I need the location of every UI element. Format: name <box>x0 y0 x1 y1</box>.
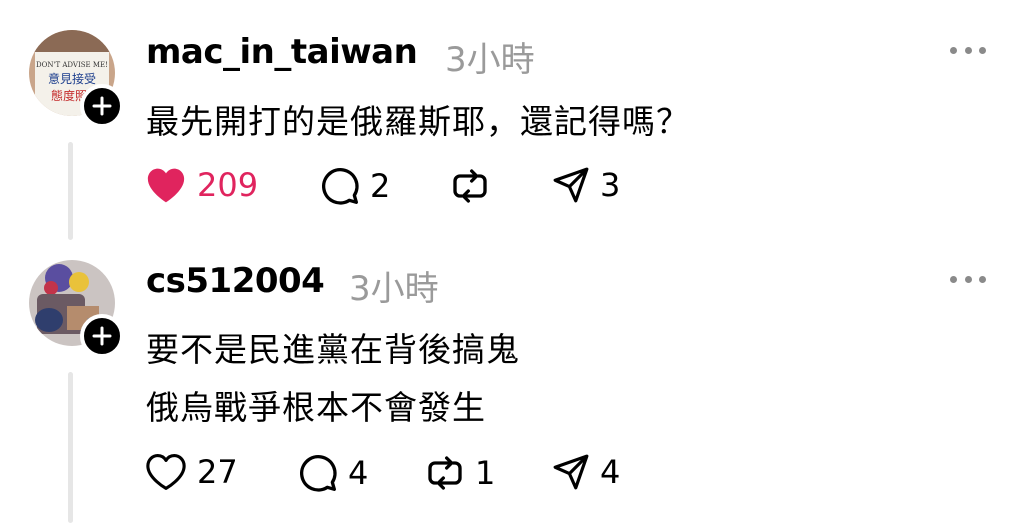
more-options-button[interactable] <box>950 273 986 285</box>
reply-count: 2 <box>370 167 391 205</box>
avatar-sign-line-1: DON'T ADVISE ME! <box>36 61 108 69</box>
reply-count: 4 <box>348 454 369 492</box>
follow-button[interactable] <box>80 84 124 128</box>
repost-icon <box>428 456 462 490</box>
like-count: 209 <box>197 166 259 204</box>
comment-icon <box>322 168 359 205</box>
comment-icon <box>300 455 337 492</box>
username[interactable]: cs512004 <box>146 261 325 301</box>
share-icon <box>553 454 589 490</box>
like-count: 27 <box>197 453 238 491</box>
repost-icon <box>453 169 487 203</box>
timestamp: 3小時 <box>445 40 535 80</box>
thread-line <box>68 372 73 523</box>
repost-count: 1 <box>475 454 496 492</box>
follow-button[interactable] <box>80 314 124 358</box>
plus-icon <box>92 326 112 346</box>
like-button[interactable]: 27 <box>145 453 238 491</box>
like-button[interactable]: 209 <box>145 166 258 204</box>
more-icon <box>950 275 957 283</box>
share-button[interactable]: 4 <box>552 453 620 491</box>
username[interactable]: mac_in_taiwan <box>146 32 418 72</box>
share-button[interactable]: 3 <box>552 166 620 204</box>
repost-button[interactable]: 1 <box>425 453 495 493</box>
reply-button[interactable]: 4 <box>298 453 368 493</box>
repost-button[interactable] <box>450 166 490 206</box>
more-icon <box>950 46 957 54</box>
heart-icon <box>147 168 185 203</box>
share-icon <box>553 167 589 203</box>
avatar-sign-line-2: 意見接受 <box>48 71 96 86</box>
share-count: 4 <box>600 453 621 491</box>
post-1: DON'T ADVISE ME! 意見接受 態度照 mac_in_taiwan … <box>0 0 1024 250</box>
reply-button[interactable]: 2 <box>320 166 390 206</box>
timestamp: 3小時 <box>349 269 439 309</box>
heart-icon <box>146 454 186 490</box>
post-2: cs512004 3小時 要不是民進黨在背後搞鬼 俄烏戰爭根本不會發生 27 4… <box>0 250 1024 523</box>
post-text-line: 要不是民進黨在背後搞鬼 <box>146 330 520 369</box>
thread-line <box>68 142 73 240</box>
share-count: 3 <box>600 166 621 204</box>
plus-icon <box>92 96 112 116</box>
post-text-line: 最先開打的是俄羅斯耶，還記得嗎？ <box>146 102 690 141</box>
post-text-line: 俄烏戰爭根本不會發生 <box>146 388 486 427</box>
more-options-button[interactable] <box>950 44 986 56</box>
